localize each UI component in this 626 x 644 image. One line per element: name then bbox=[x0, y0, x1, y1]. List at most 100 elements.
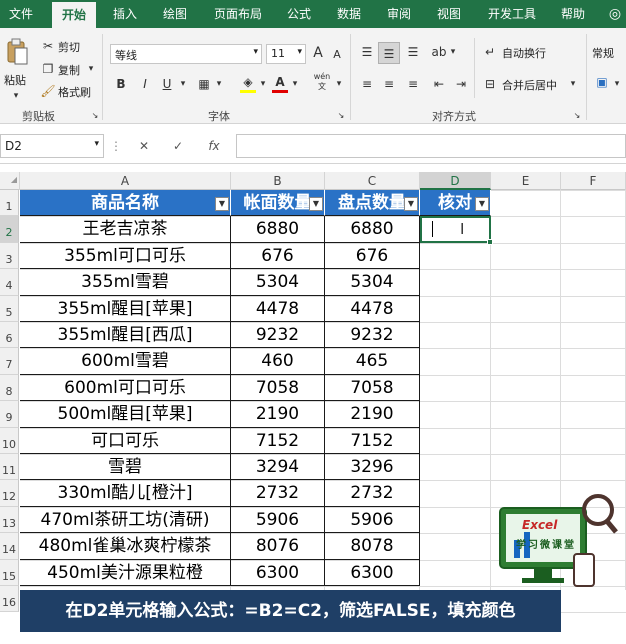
column-header-b[interactable]: B bbox=[231, 172, 325, 190]
tab-draw[interactable]: 绘图 bbox=[156, 0, 194, 28]
table-cell[interactable]: 王老吉凉茶 bbox=[20, 216, 231, 243]
table-cell[interactable]: 3296 bbox=[325, 454, 420, 481]
row-header[interactable]: 7 bbox=[0, 348, 19, 375]
tab-data[interactable]: 数据 bbox=[330, 0, 368, 28]
table-cell[interactable]: 6300 bbox=[325, 559, 420, 586]
bold-button[interactable]: B bbox=[114, 76, 128, 92]
row-header[interactable]: 10 bbox=[0, 427, 19, 454]
row-header[interactable]: 11 bbox=[0, 454, 19, 481]
fill-color-dropdown-icon[interactable]: ▾ bbox=[258, 76, 268, 92]
table-cell[interactable]: 676 bbox=[325, 242, 420, 270]
table-cell[interactable]: 465 bbox=[325, 348, 420, 375]
table-cell[interactable]: 5304 bbox=[325, 269, 420, 296]
table-cell[interactable]: 可口可乐 bbox=[20, 427, 231, 454]
column-header-c[interactable]: C bbox=[325, 172, 420, 190]
wrap-text-button[interactable]: 自动换行 bbox=[502, 45, 546, 61]
phonetic-dropdown-icon[interactable]: ▾ bbox=[334, 76, 344, 92]
phonetic-guide-icon[interactable]: wén 文 bbox=[312, 72, 332, 92]
underline-button[interactable]: U bbox=[160, 76, 174, 92]
font-color-dropdown-icon[interactable]: ▾ bbox=[290, 76, 300, 92]
align-center-icon[interactable]: ≡ bbox=[380, 76, 398, 92]
merge-dropdown-icon[interactable]: ▾ bbox=[568, 76, 578, 92]
formula-input[interactable] bbox=[236, 134, 626, 158]
table-cell[interactable]: 7058 bbox=[231, 374, 325, 402]
table-cell[interactable]: 330ml酷儿[橙汁] bbox=[20, 480, 231, 507]
row-header[interactable]: 14 bbox=[0, 533, 19, 560]
borders-icon[interactable]: ▦ bbox=[196, 76, 212, 92]
format-painter-icon[interactable]: 🖌 bbox=[40, 83, 56, 99]
paste-button[interactable]: 粘贴 bbox=[4, 72, 26, 88]
table-cell[interactable]: 3294 bbox=[231, 454, 325, 481]
decrease-indent-icon[interactable]: ⇤ bbox=[430, 76, 448, 92]
borders-dropdown-icon[interactable]: ▾ bbox=[214, 76, 224, 92]
table-cell[interactable]: 7152 bbox=[231, 427, 325, 454]
tab-page-layout[interactable]: 页面布局 bbox=[206, 0, 270, 28]
row-header[interactable]: 3 bbox=[0, 242, 19, 270]
bottom-align-icon[interactable]: ☰ bbox=[404, 44, 422, 60]
font-name-box[interactable]: 等线 ▾ bbox=[110, 44, 262, 64]
lightbulb-icon[interactable]: ◎ bbox=[604, 0, 626, 28]
table-cell[interactable]: 2190 bbox=[325, 401, 420, 428]
underline-dropdown-icon[interactable]: ▾ bbox=[178, 76, 188, 92]
tab-view[interactable]: 视图 bbox=[430, 0, 468, 28]
copy-button[interactable]: 复制 bbox=[58, 62, 80, 78]
table-cell[interactable]: 5304 bbox=[231, 269, 325, 296]
table-cell[interactable]: 9232 bbox=[325, 322, 420, 349]
table-cell[interactable]: 2190 bbox=[231, 401, 325, 428]
row-header[interactable]: 16 bbox=[0, 586, 19, 613]
row-header[interactable]: 2 bbox=[0, 216, 19, 243]
cut-button[interactable]: 剪切 bbox=[58, 39, 80, 55]
paste-icon[interactable] bbox=[6, 38, 28, 66]
tab-file[interactable]: 文件 bbox=[4, 0, 38, 28]
row-header[interactable]: 4 bbox=[0, 269, 19, 296]
table-cell[interactable]: 450ml美汁源果粒橙 bbox=[20, 559, 231, 586]
insert-function-icon[interactable]: fx bbox=[204, 138, 224, 154]
font-name-dropdown-icon[interactable]: ▾ bbox=[253, 47, 258, 57]
table-cell[interactable]: 7058 bbox=[325, 374, 420, 402]
increase-indent-icon[interactable]: ⇥ bbox=[452, 76, 470, 92]
filter-dropdown-icon[interactable]: ▼ bbox=[309, 197, 323, 211]
copy-icon[interactable]: ❐ bbox=[40, 61, 56, 77]
active-cell-d2[interactable] bbox=[420, 216, 491, 243]
name-box[interactable]: D2 ▾ bbox=[0, 134, 104, 158]
shrink-font-icon[interactable]: A bbox=[330, 47, 344, 63]
table-cell[interactable]: 600ml可口可乐 bbox=[20, 374, 231, 402]
table-cell[interactable]: 雪碧 bbox=[20, 454, 231, 481]
table-cell[interactable]: 6300 bbox=[231, 559, 325, 586]
filter-dropdown-icon[interactable]: ▼ bbox=[215, 197, 229, 211]
alignment-launcher-icon[interactable]: ↘ bbox=[572, 108, 582, 124]
column-header-e[interactable]: E bbox=[491, 172, 561, 190]
table-cell[interactable]: 480ml雀巢冰爽柠檬茶 bbox=[20, 533, 231, 560]
filter-dropdown-icon[interactable]: ▼ bbox=[475, 197, 489, 211]
paste-dropdown-icon[interactable]: ▾ bbox=[8, 88, 24, 104]
grow-font-icon[interactable]: A bbox=[310, 45, 326, 61]
table-cell[interactable]: 355ml醒目[苹果] bbox=[20, 295, 231, 322]
italic-button[interactable]: I bbox=[138, 76, 152, 92]
clipboard-launcher-icon[interactable]: ↘ bbox=[90, 108, 100, 124]
table-cell[interactable]: 4478 bbox=[231, 295, 325, 322]
merge-center-icon[interactable]: ⊟ bbox=[482, 76, 498, 92]
top-align-icon[interactable]: ☰ bbox=[358, 44, 376, 60]
enter-entry-icon[interactable]: ✓ bbox=[170, 138, 186, 154]
table-cell[interactable]: 500ml醒目[苹果] bbox=[20, 401, 231, 428]
column-header-a[interactable]: A bbox=[20, 172, 231, 190]
number-format-box[interactable]: 常规 bbox=[592, 45, 614, 61]
currency-dropdown-icon[interactable]: ▾ bbox=[612, 76, 622, 92]
tab-insert[interactable]: 插入 bbox=[106, 0, 144, 28]
table-cell[interactable]: 600ml雪碧 bbox=[20, 348, 231, 375]
copy-dropdown-icon[interactable]: ▾ bbox=[86, 61, 96, 77]
scissors-icon[interactable]: ✂ bbox=[40, 38, 56, 54]
tab-home[interactable]: 开始 bbox=[52, 2, 96, 28]
table-cell[interactable]: 9232 bbox=[231, 322, 325, 349]
table-cell[interactable]: 5906 bbox=[231, 506, 325, 534]
orientation-dropdown-icon[interactable]: ▾ bbox=[448, 44, 458, 60]
row-header[interactable]: 1 bbox=[0, 190, 19, 217]
orientation-icon[interactable]: ab bbox=[430, 44, 448, 60]
tab-review[interactable]: 审阅 bbox=[380, 0, 418, 28]
row-header[interactable]: 9 bbox=[0, 401, 19, 428]
table-cell[interactable]: 355ml雪碧 bbox=[20, 269, 231, 296]
row-header[interactable]: 13 bbox=[0, 506, 19, 534]
format-painter-button[interactable]: 格式刷 bbox=[58, 84, 91, 100]
table-cell[interactable]: 355ml醒目[西瓜] bbox=[20, 322, 231, 349]
table-cell[interactable]: 6880 bbox=[325, 216, 420, 243]
